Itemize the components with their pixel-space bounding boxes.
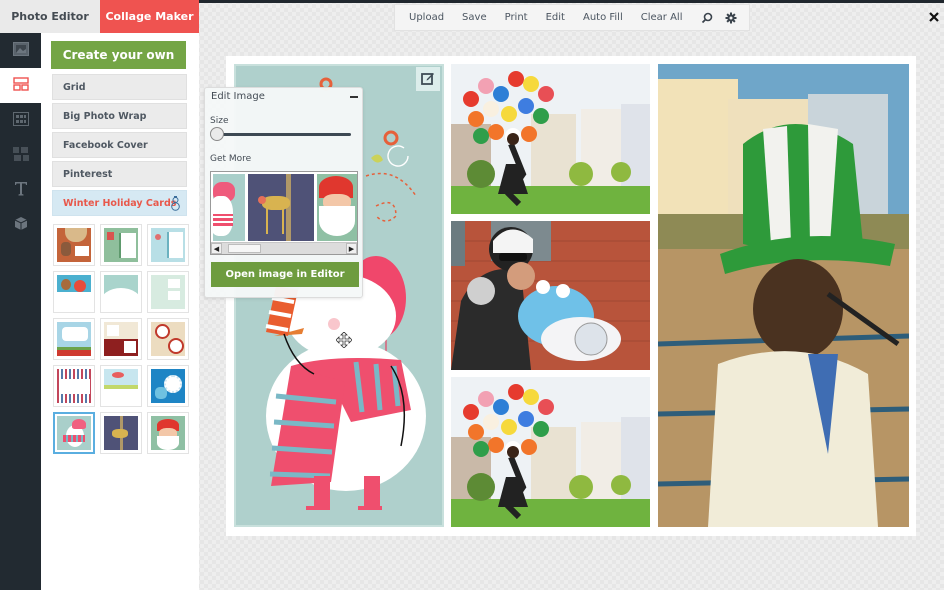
template-snow-hill-deer[interactable]: [100, 271, 142, 313]
mode-tabs: Photo Editor Collage Maker: [0, 0, 199, 39]
category-list: Grid Big Photo Wrap Facebook Cover Pinte…: [52, 74, 187, 219]
scroll-left-arrow[interactable]: ◀: [211, 243, 222, 254]
strip-item-santa[interactable]: [317, 174, 357, 241]
save-button[interactable]: Save: [462, 12, 487, 23]
balloons-photo: [451, 377, 650, 527]
rail-item-patterns[interactable]: [0, 138, 41, 173]
photo-icon: [12, 41, 29, 60]
scroll-right-arrow[interactable]: ▶: [346, 243, 357, 254]
category-facebook-cover[interactable]: Facebook Cover: [52, 132, 187, 158]
template-blue-reindeer[interactable]: [147, 365, 189, 407]
category-label: Winter Holiday Cards: [63, 197, 177, 209]
search-icon[interactable]: [700, 11, 712, 25]
template-sweater-pattern[interactable]: [53, 365, 95, 407]
template-birds-bunting[interactable]: [100, 365, 142, 407]
edit-image-popup: Edit Image Size Get More ◀ ▶ Open image …: [204, 87, 363, 298]
green-hat-photo: [658, 64, 909, 527]
open-in-editor-button[interactable]: Open image in Editor: [211, 262, 359, 287]
get-more-label: Get More: [210, 154, 252, 164]
scooter-photo: [451, 221, 650, 370]
collage-cell-balloons-top[interactable]: [451, 64, 650, 214]
rail-item-stickers[interactable]: [0, 208, 41, 243]
gear-icon[interactable]: [725, 11, 737, 25]
collage-cell-scooter[interactable]: [451, 221, 650, 370]
edit-frame-button[interactable]: [416, 67, 440, 91]
tool-rail: [0, 33, 41, 590]
category-pinterest[interactable]: Pinterest: [52, 161, 187, 187]
edit-icon: [421, 70, 435, 89]
template-snowflake-frame[interactable]: [53, 318, 95, 360]
category-grid[interactable]: Grid: [52, 74, 187, 100]
rail-item-grids[interactable]: [0, 103, 41, 138]
popup-title: Edit Image: [211, 91, 265, 102]
sticker-box-icon: [14, 216, 28, 235]
template-stockings[interactable]: [100, 224, 142, 266]
grid-icon: [12, 111, 29, 130]
create-your-own-button[interactable]: Create your own: [51, 41, 186, 69]
layout-icon: [12, 76, 29, 95]
template-deer-circles[interactable]: [147, 318, 189, 360]
pattern-icon: [12, 146, 29, 166]
minimize-icon[interactable]: [350, 96, 358, 98]
category-winter-holiday-cards[interactable]: Winter Holiday Cards: [52, 190, 187, 216]
edit-button[interactable]: Edit: [546, 12, 565, 23]
template-gold-reindeer[interactable]: [100, 412, 142, 454]
size-slider[interactable]: [215, 133, 351, 136]
rail-item-text[interactable]: [0, 173, 41, 208]
tab-photo-editor[interactable]: Photo Editor: [0, 0, 100, 33]
template-santa[interactable]: [147, 412, 189, 454]
template-ornament-card[interactable]: [100, 318, 142, 360]
tab-collage-maker[interactable]: Collage Maker: [100, 0, 199, 39]
strip-scrollbar[interactable]: ◀ ▶: [211, 242, 357, 254]
template-gingerbread[interactable]: [53, 224, 95, 266]
move-cursor-icon: [335, 331, 353, 349]
template-snowman[interactable]: [53, 412, 95, 454]
text-icon: [14, 181, 28, 200]
template-panel: Create your own Grid Big Photo Wrap Face…: [41, 33, 199, 590]
template-winter-tree[interactable]: [147, 271, 189, 313]
collage-cell-balloons-bottom[interactable]: [451, 377, 650, 527]
balloons-photo: [451, 64, 650, 214]
clear-all-button[interactable]: Clear All: [641, 12, 683, 23]
close-icon[interactable]: [929, 7, 939, 22]
snowman-icon: [171, 196, 180, 214]
template-grid: [53, 224, 189, 454]
auto-fill-button[interactable]: Auto Fill: [583, 12, 623, 23]
get-more-strip: ◀ ▶: [210, 171, 358, 255]
strip-item-snowman[interactable]: [213, 174, 245, 241]
size-slider-handle[interactable]: [210, 127, 224, 141]
rail-item-photos[interactable]: [0, 33, 41, 68]
rail-item-layouts[interactable]: [0, 68, 41, 103]
upload-button[interactable]: Upload: [409, 12, 444, 23]
template-reindeer-santa[interactable]: [53, 271, 95, 313]
size-label: Size: [210, 116, 229, 126]
main-toolbar: Upload Save Print Edit Auto Fill Clear A…: [394, 4, 750, 31]
scrollbar-thumb[interactable]: [228, 244, 261, 253]
collage-cell-green-hat[interactable]: [658, 64, 909, 527]
category-big-photo-wrap[interactable]: Big Photo Wrap: [52, 103, 187, 129]
print-button[interactable]: Print: [505, 12, 528, 23]
strip-item-gold-reindeer[interactable]: [248, 174, 314, 241]
template-ornaments[interactable]: [147, 224, 189, 266]
